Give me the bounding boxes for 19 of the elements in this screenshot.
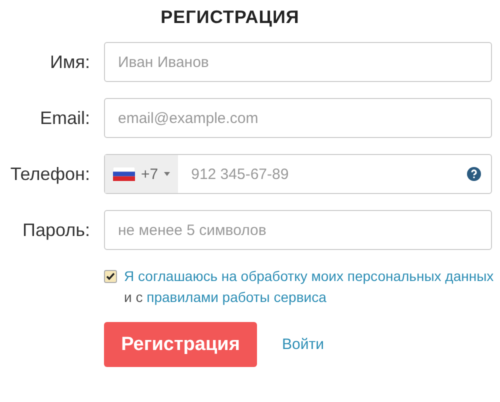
phone-field[interactable]: +7 912 345-67-89 <box>104 154 492 194</box>
field-label: Пароль: <box>22 220 90 240</box>
login-link[interactable]: Войти <box>282 336 324 353</box>
consent-checkbox[interactable] <box>104 270 117 283</box>
input-field[interactable]: Иван Иванов <box>104 42 492 82</box>
consent-text: и с <box>124 289 143 305</box>
field-label: Телефон: <box>9 164 90 184</box>
input-field[interactable]: не менее 5 символов <box>104 210 492 250</box>
help-icon[interactable] <box>467 167 481 181</box>
country-code-dropdown[interactable]: +7 <box>105 155 178 193</box>
caret-icon <box>164 172 170 176</box>
input-field[interactable]: email@example.com <box>104 98 492 138</box>
field-label: Email: <box>38 108 90 128</box>
flag-icon <box>113 167 135 181</box>
terms-link[interactable]: правилами работы сервиса <box>146 289 326 305</box>
terms-link[interactable]: Я соглашаюсь на обработку моих персональных данных <box>124 268 494 284</box>
register-button[interactable]: Регистрация <box>104 322 257 367</box>
form-title: РЕГИСТРАЦИЯ <box>160 7 300 28</box>
field-label: Имя: <box>48 52 90 72</box>
